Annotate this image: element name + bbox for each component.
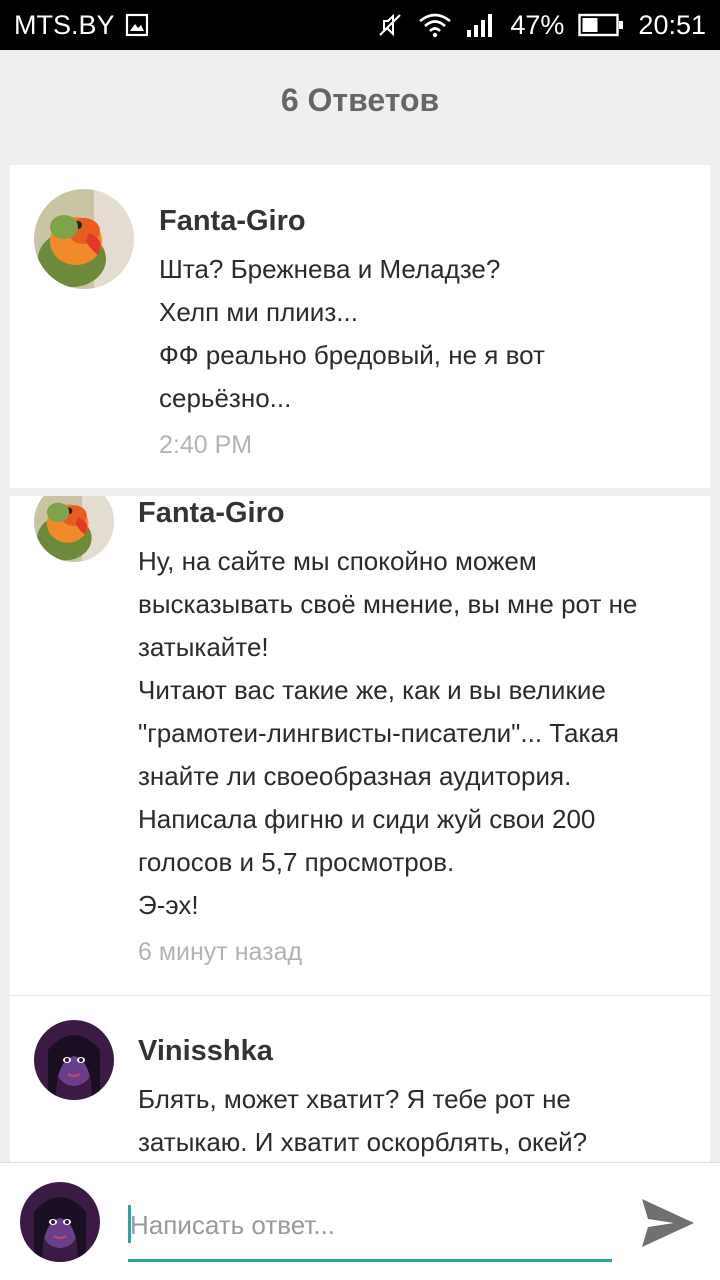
jasmine-avatar[interactable] xyxy=(34,1020,114,1100)
send-icon xyxy=(642,1199,694,1247)
jasmine-avatar xyxy=(20,1182,100,1262)
reply-text-line: затыкаю. И хватит оскорблять, окей? xyxy=(138,1127,588,1157)
carrier-name: MTS.BY xyxy=(14,9,115,40)
replies-thread[interactable]: Fanta-Giro Шта? Брежнева и Меладзе? Хелп… xyxy=(0,150,720,1162)
replies-card: Fanta-Giro Ну, на сайте мы спокойно може… xyxy=(10,496,710,1162)
parrot-avatar[interactable] xyxy=(34,496,114,562)
reply-text-line: затыкайте! xyxy=(138,632,269,662)
post-text-line: ФФ реально бредовый, не я вот xyxy=(159,340,545,370)
reply-timestamp: 6 минут назад xyxy=(138,938,303,966)
post-text-line: Хелп ми плииз... xyxy=(159,297,358,327)
send-button[interactable] xyxy=(636,1193,700,1253)
clock: 20:51 xyxy=(638,9,706,40)
replies-count-title: 6 Ответов xyxy=(280,81,440,118)
post-text-line: Шта? Брежнева и Меладзе? xyxy=(159,254,501,284)
wifi-icon xyxy=(418,12,452,38)
reply-text-line: Написала фигню и сиди жуй свои 200 xyxy=(138,804,596,834)
image-icon xyxy=(125,13,149,37)
reply-divider xyxy=(10,995,710,996)
status-bar: MTS.BY 47% 20:51 xyxy=(0,0,720,50)
input-underline xyxy=(128,1259,612,1262)
reply-author[interactable]: Fanta-Giro xyxy=(138,497,285,530)
reply-body: Блять, может хватит? Я тебе рот не затык… xyxy=(138,1078,587,1162)
text-caret xyxy=(128,1205,131,1243)
parrot-avatar[interactable] xyxy=(34,189,134,289)
post-body: Шта? Брежнева и Меладзе? Хелп ми плииз..… xyxy=(159,248,545,420)
mute-icon xyxy=(376,11,404,39)
reply-text-line: Ну, на сайте мы спокойно можем xyxy=(138,546,537,576)
reply-text-line: Э-эх! xyxy=(138,890,199,920)
reply-body: Ну, на сайте мы спокойно можем высказыва… xyxy=(138,540,637,927)
reply-text-line: Читают вас такие же, как и вы великие xyxy=(138,675,606,705)
reply-text-line: знайте ли своеобразная аудитория. xyxy=(138,761,572,791)
reply-text-line: Блять, может хватит? Я тебе рот не xyxy=(138,1084,571,1114)
reply-text-line: голосов и 5,7 просмотров. xyxy=(138,847,455,877)
signal-icon xyxy=(466,12,496,38)
post-timestamp: 2:40 PM xyxy=(159,431,253,459)
original-post-card: Fanta-Giro Шта? Брежнева и Меладзе? Хелп… xyxy=(10,165,710,488)
reply-composer xyxy=(0,1162,720,1280)
post-text-line: серьёзно... xyxy=(159,383,292,413)
battery-percent: 47% xyxy=(510,9,565,40)
battery-icon xyxy=(578,13,624,37)
reply-input[interactable] xyxy=(128,1201,612,1249)
post-author[interactable]: Fanta-Giro xyxy=(159,205,306,238)
reply-text-line: высказывать своё мнение, вы мне рот не xyxy=(138,589,638,619)
reply-author[interactable]: Vinisshka xyxy=(138,1035,273,1068)
page-title: 6 Ответов xyxy=(0,50,720,150)
reply-text-line: "грамотеи-лингвисты-писатели"... Такая xyxy=(138,718,619,748)
